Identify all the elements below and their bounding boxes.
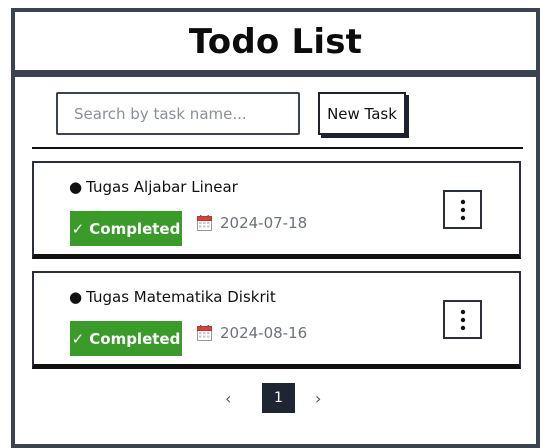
app-frame: Todo List New Task ●Tugas Aljabar Linear… (11, 8, 540, 448)
task-title: ● Tugas Aljabar Linear (69, 178, 238, 196)
pagination: ‹ 1 › (15, 383, 536, 413)
task-menu-button[interactable] (443, 300, 482, 339)
due-date: 2024-07-18 (220, 214, 308, 232)
task-card: ● Tugas Aljabar Linear ✓ Completed 2024-07… (32, 161, 521, 259)
search-input[interactable] (56, 92, 300, 135)
new-task-button[interactable]: New Task (318, 92, 406, 135)
kebab-menu-icon (460, 309, 465, 330)
status-badge: ✓ Completed (70, 321, 182, 356)
task-name: Tugas Aljabar Linear (86, 178, 238, 196)
task-name: Tugas Matematika Diskrit (86, 288, 276, 306)
calendar-icon (197, 215, 212, 231)
bullet-icon: ● (69, 178, 83, 196)
check-icon: ✓ (71, 329, 85, 348)
chevron-right-icon[interactable]: › (315, 389, 321, 408)
kebab-menu-icon (460, 199, 465, 220)
task-title: ● Tugas Matematika Diskrit (69, 288, 276, 306)
page-title: Todo List (188, 22, 363, 62)
task-card: ● Tugas Matematika Diskrit ✓ Completed 202… (32, 271, 521, 369)
status-label: Completed (89, 219, 181, 238)
task-menu-button[interactable] (443, 190, 482, 229)
calendar-icon (197, 325, 212, 341)
due-date: 2024-08-16 (220, 324, 308, 342)
app-header: Todo List (15, 12, 536, 77)
page-button-1[interactable]: 1 (262, 383, 295, 413)
bullet-icon: ● (69, 288, 83, 306)
check-icon: ✓ (71, 219, 85, 238)
divider (32, 147, 523, 149)
status-label: Completed (89, 329, 181, 348)
status-badge: ✓ Completed (70, 211, 182, 246)
chevron-left-icon[interactable]: ‹ (225, 389, 231, 408)
